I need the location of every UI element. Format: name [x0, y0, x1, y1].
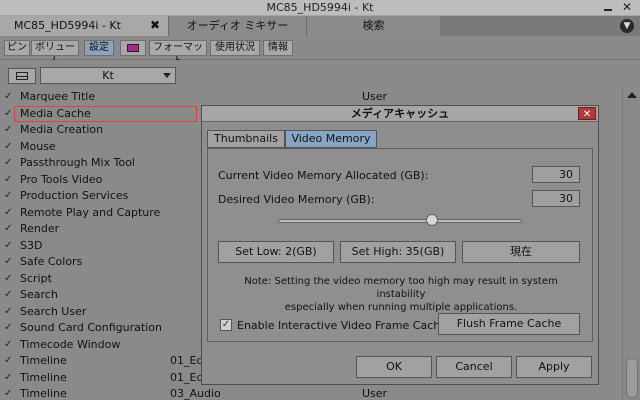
check-icon: ✓ — [4, 371, 13, 383]
setting-name: Safe Colors — [20, 255, 83, 268]
memory-note: Note: Setting the video memory too high … — [220, 275, 582, 314]
window-close-icon[interactable]: ✕ — [620, 1, 634, 14]
view-toggle-button[interactable] — [8, 68, 36, 84]
setting-subname: 03_Audio — [170, 387, 221, 400]
settings-row[interactable]: ✓ Timeline 03_Audio User — [0, 386, 620, 400]
cancel-button[interactable]: Cancel — [436, 356, 512, 378]
check-icon: ✓ — [4, 190, 13, 201]
settings-row[interactable]: ✓ Marquee Title User — [0, 89, 620, 105]
memory-note-line1: Note: Setting the video memory too high … — [244, 276, 558, 300]
desired-memory-field[interactable]: 30 — [532, 190, 580, 207]
media-cache-dialog: メディアキャッシュ ✕ Thumbnails Video Memory Curr… — [201, 105, 599, 385]
check-icon: ✓ — [4, 305, 13, 317]
settings-selector-value: Kt — [102, 69, 114, 82]
scroll-up-icon[interactable] — [627, 92, 637, 98]
tab-project[interactable]: MC85_HD5994i - Kt ✖ — [0, 16, 168, 36]
tab-audio-mixer-label: オーディオ ミキサー — [186, 19, 289, 32]
window-title: MC85_HD5994i - Kt — [266, 1, 374, 14]
check-icon: ✓ — [4, 256, 13, 267]
setting-name: Timeline — [20, 387, 67, 400]
apply-button[interactable]: Apply — [516, 356, 592, 378]
set-high-button[interactable]: Set High: 35(GB) — [340, 241, 456, 263]
setting-name: Mouse — [20, 139, 56, 153]
setting-name: Marquee Title — [20, 90, 96, 103]
setting-name: Sound Card Configuration — [20, 321, 162, 334]
check-icon: ✓ — [4, 338, 13, 350]
tab-audio-mixer[interactable]: オーディオ ミキサー — [168, 16, 306, 36]
memory-slider-handle[interactable] — [425, 214, 438, 226]
settings-toolbar: Kt — [0, 60, 640, 88]
monitor-icon — [127, 44, 139, 52]
scroll-thumb[interactable] — [626, 358, 638, 398]
check-icon: ✓ — [4, 239, 13, 251]
tab-search-label: 検索 — [362, 19, 385, 32]
tab-project-label: MC85_HD5994i - Kt — [14, 19, 121, 32]
current-memory-value: 30 — [532, 166, 580, 183]
tab-menu-icon[interactable]: ▼ — [620, 19, 634, 33]
check-icon: ✓ — [4, 223, 13, 234]
flush-frame-cache-button[interactable]: Flush Frame Cache — [438, 313, 580, 335]
current-button[interactable]: 現在 — [462, 241, 580, 263]
window-titlebar: MC85_HD5994i - Kt ✕ — [0, 0, 640, 16]
setting-user: User — [362, 90, 388, 103]
tab-thumbnails[interactable]: Thumbnails — [207, 130, 285, 148]
category-monitor[interactable] — [120, 40, 146, 56]
check-icon: ✓ — [4, 355, 13, 366]
check-icon: ✓ — [4, 272, 13, 284]
check-icon: ✓ — [4, 289, 13, 300]
list-view-icon — [16, 72, 28, 80]
frame-cache-label: Enable Interactive Video Frame Cache — [237, 319, 448, 332]
setting-name: Media Creation — [20, 123, 104, 136]
scrollbar[interactable] — [622, 88, 640, 400]
setting-name: Remote Play and Capture — [20, 205, 161, 219]
category-usage[interactable]: 使用状況 — [210, 40, 260, 56]
category-settings[interactable]: 設定 — [84, 40, 114, 56]
tab-search[interactable]: 検索 — [306, 16, 440, 36]
tab-close-icon[interactable]: ✖ — [150, 16, 160, 35]
category-volumes[interactable]: ボリューム — [31, 40, 79, 67]
check-icon: ✓ — [4, 206, 13, 218]
setting-name: Timeline — [20, 354, 67, 367]
setting-name: S3D — [20, 238, 43, 252]
category-bar: ピン ボリューム 設定 フォーマット 使用状況 情報 — [0, 36, 640, 67]
check-icon: ✓ — [4, 91, 13, 102]
settings-selector[interactable]: Kt — [40, 67, 176, 84]
check-icon: ✓ — [4, 140, 13, 152]
check-icon: ✓ — [4, 107, 13, 119]
setting-name: Timecode Window — [20, 337, 121, 351]
chevron-down-icon — [163, 73, 171, 78]
minimize-icon[interactable] — [602, 3, 614, 13]
current-memory-label: Current Video Memory Allocated (GB): — [218, 169, 429, 182]
frame-cache-checkbox[interactable]: ✓ — [220, 319, 232, 331]
set-low-button[interactable]: Set Low: 2(GB) — [218, 241, 334, 263]
desired-memory-label: Desired Video Memory (GB): — [218, 193, 375, 206]
setting-name: Pro Tools Video — [20, 172, 103, 186]
ok-button[interactable]: OK — [356, 356, 432, 378]
setting-name: Media Cache — [14, 105, 197, 122]
check-icon: ✓ — [4, 124, 13, 135]
tab-video-memory[interactable]: Video Memory — [285, 130, 377, 148]
category-info[interactable]: 情報 — [263, 40, 293, 56]
check-icon: ✓ — [4, 157, 13, 168]
setting-user: User — [362, 387, 388, 400]
dialog-close-icon[interactable]: ✕ — [578, 107, 596, 120]
check-icon: ✓ — [4, 322, 13, 333]
setting-name: Render — [20, 222, 60, 235]
category-format[interactable]: フォーマット — [149, 40, 207, 67]
dialog-title: メディアキャッシュ — [202, 106, 598, 122]
setting-name: Script — [20, 271, 52, 285]
setting-name: Timeline — [20, 370, 67, 384]
check-icon: ✓ — [4, 173, 13, 185]
setting-name: Search User — [20, 304, 87, 318]
check-icon: ✓ — [4, 388, 13, 399]
video-memory-panel: Current Video Memory Allocated (GB): 30 … — [207, 148, 593, 342]
setting-name: Passthrough Mix Tool — [20, 156, 135, 169]
category-bins[interactable]: ピン — [4, 40, 30, 56]
setting-name: Production Services — [20, 189, 129, 202]
tab-bar: MC85_HD5994i - Kt ✖ オーディオ ミキサー 検索 ▼ — [0, 16, 640, 36]
setting-name: Search — [20, 288, 58, 301]
memory-slider-track[interactable] — [278, 219, 522, 223]
